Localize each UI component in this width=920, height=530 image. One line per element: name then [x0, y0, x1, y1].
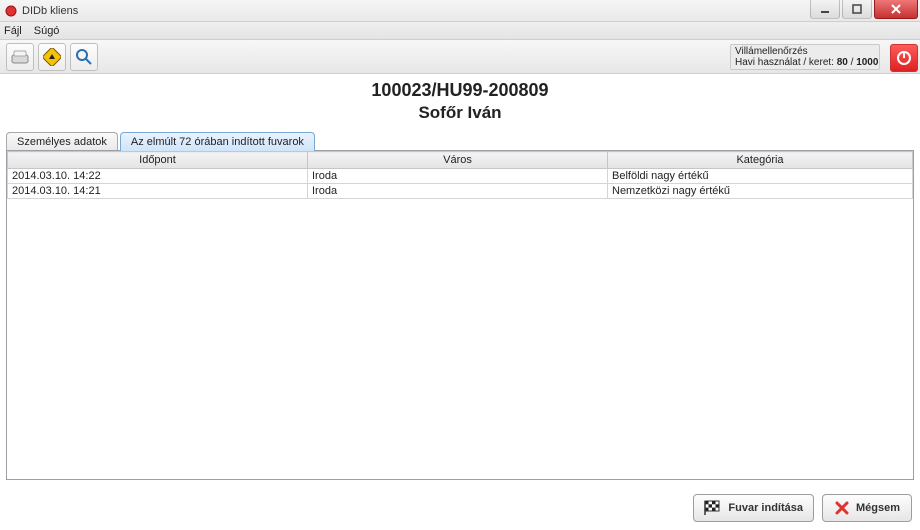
tab-recent-trips[interactable]: Az elmúlt 72 órában indított fuvarok	[120, 132, 315, 151]
cell-city: Iroda	[308, 169, 608, 184]
close-icon	[834, 500, 850, 516]
cancel-button[interactable]: Mégsem	[822, 494, 912, 522]
usage-detail: Havi használat / keret: 80 / 1000	[735, 57, 875, 68]
scanner-icon	[11, 49, 29, 65]
cell-time: 2014.03.10. 14:22	[8, 169, 308, 184]
cell-category: Nemzetközi nagy értékű	[608, 184, 913, 199]
cancel-label: Mégsem	[856, 502, 900, 514]
app-icon	[4, 4, 18, 18]
usage-box: Villámellenőrzés Havi használat / keret:…	[730, 44, 880, 70]
table-row[interactable]: 2014.03.10. 14:21 Iroda Nemzetközi nagy …	[8, 184, 913, 199]
tab-personal-data[interactable]: Személyes adatok	[6, 132, 118, 151]
power-icon	[896, 50, 912, 66]
start-trip-label: Fuvar indítása	[728, 502, 803, 514]
cell-time: 2014.03.10. 14:21	[8, 184, 308, 199]
usage-title: Villámellenőrzés	[735, 46, 875, 57]
record-id: 100023/HU99-200809	[0, 80, 920, 101]
toolbar-scanner-button[interactable]	[6, 43, 34, 71]
menu-file[interactable]: Fájl	[4, 25, 22, 37]
start-trip-button[interactable]: Fuvar indítása	[693, 494, 814, 522]
flag-icon	[704, 500, 722, 516]
record-name: Sofőr Iván	[0, 103, 920, 123]
toolbar-search-button[interactable]	[70, 43, 98, 71]
toolbar-sign-button[interactable]	[38, 43, 66, 71]
toolbar-power-button[interactable]	[890, 44, 918, 72]
cell-category: Belföldi nagy értékű	[608, 169, 913, 184]
sign-icon	[43, 48, 61, 66]
trips-grid: Időpont Város Kategória 2014.03.10. 14:2…	[6, 150, 914, 480]
col-header-time[interactable]: Időpont	[8, 152, 308, 169]
window-close-button[interactable]	[874, 0, 918, 19]
menu-help[interactable]: Súgó	[34, 25, 60, 37]
cell-city: Iroda	[308, 184, 608, 199]
window-minimize-button[interactable]	[810, 0, 840, 19]
window-title: DIDb kliens	[22, 5, 78, 17]
col-header-category[interactable]: Kategória	[608, 152, 913, 169]
col-header-city[interactable]: Város	[308, 152, 608, 169]
window-maximize-button[interactable]	[842, 0, 872, 19]
table-row[interactable]: 2014.03.10. 14:22 Iroda Belföldi nagy ér…	[8, 169, 913, 184]
search-icon	[75, 48, 93, 66]
